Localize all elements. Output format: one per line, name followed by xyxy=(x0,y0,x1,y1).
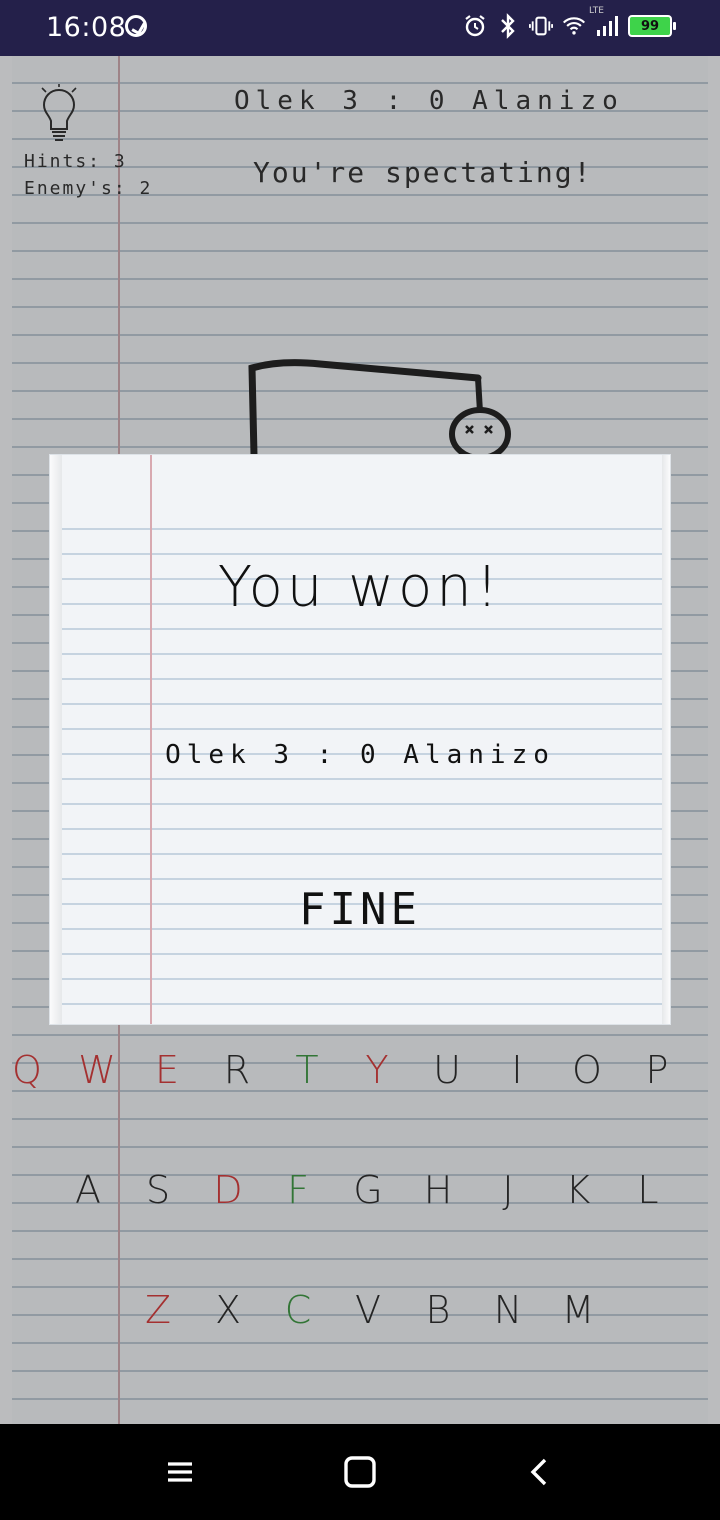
navigation-bar xyxy=(0,1424,720,1520)
vibrate-icon xyxy=(529,12,553,40)
menu-icon xyxy=(168,1462,192,1482)
dialog-header-space xyxy=(50,455,670,505)
home-button[interactable] xyxy=(340,1452,380,1492)
result-dialog: You won! Olek 3 : 0 Alanizo FINE xyxy=(50,455,670,1024)
dialog-title: You won! xyxy=(217,555,503,620)
battery-icon: 99 xyxy=(628,15,676,37)
back-chevron-icon xyxy=(530,1458,547,1486)
home-icon xyxy=(344,1456,376,1488)
status-bar: 16:08 LTE 99 xyxy=(0,0,720,56)
back-button[interactable] xyxy=(520,1452,560,1492)
alarm-icon xyxy=(463,12,487,40)
app-notification-icon xyxy=(125,15,147,37)
bluetooth-icon xyxy=(496,12,520,40)
wifi-icon xyxy=(562,12,586,40)
dialog-score: Olek 3 : 0 Alanizo xyxy=(165,740,555,770)
signal-icon xyxy=(595,12,619,40)
battery-level: 99 xyxy=(640,18,660,34)
status-icons: 99 xyxy=(463,12,676,40)
fine-button[interactable]: FINE xyxy=(250,870,470,950)
recent-apps-button[interactable] xyxy=(160,1452,200,1492)
status-time: 16:08 xyxy=(46,12,127,43)
